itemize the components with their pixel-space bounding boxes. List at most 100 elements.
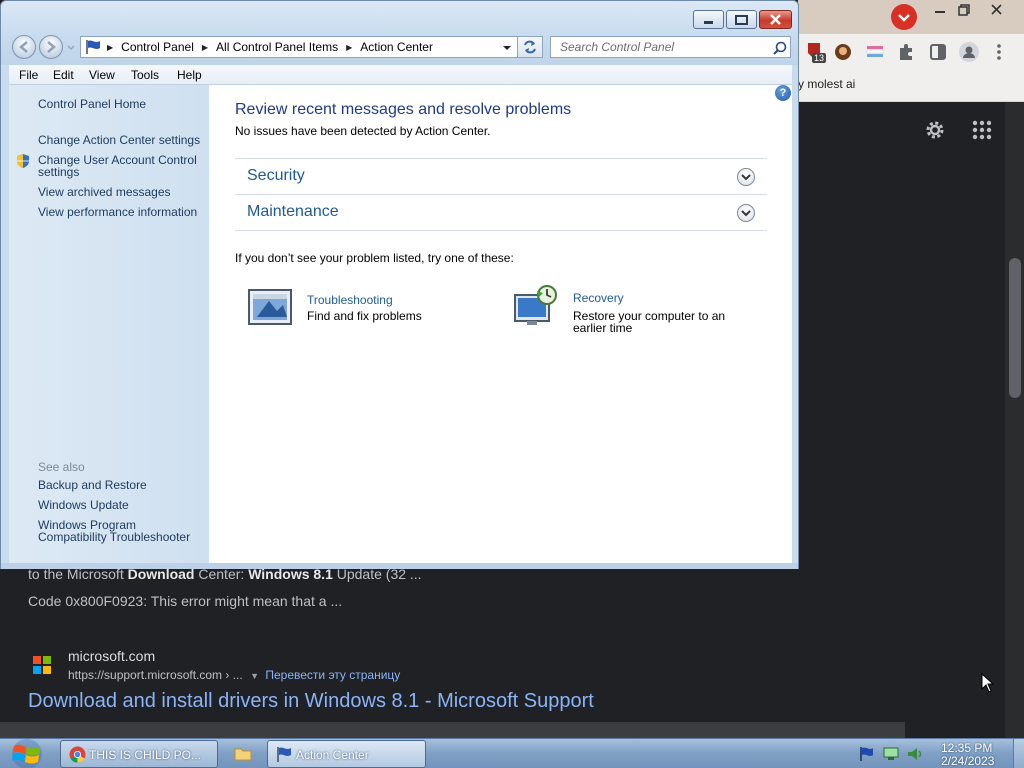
browser-tab-search-button[interactable] xyxy=(891,4,917,30)
window-titlebar[interactable]: ▶ Control Panel ▶ All Control Panel Items ▶ A… xyxy=(1,1,798,65)
breadcrumb-arrow-icon[interactable]: ▶ xyxy=(346,43,352,52)
menu-tools[interactable]: Tools xyxy=(131,68,159,82)
result-site-name: microsoft.com xyxy=(68,648,156,664)
windows-update-link[interactable]: Windows Update xyxy=(38,499,129,511)
volume-icon[interactable] xyxy=(906,746,924,762)
security-section-label: Security xyxy=(247,167,305,184)
browser-close-button[interactable] xyxy=(982,2,1012,18)
search-icon[interactable] xyxy=(772,40,788,56)
windows-logo-icon xyxy=(12,739,42,768)
extensions-button[interactable] xyxy=(895,41,917,63)
browser-vertical-scrollbar[interactable] xyxy=(1005,102,1024,738)
refresh-icon xyxy=(524,40,536,54)
menu-edit[interactable]: Edit xyxy=(53,68,74,82)
browser-horizontal-scrollbar[interactable] xyxy=(0,722,905,738)
caret-down-icon[interactable]: ▼ xyxy=(250,671,259,681)
bookmark-item[interactable]: y molest ai xyxy=(798,77,855,91)
backup-and-restore-link[interactable]: Backup and Restore xyxy=(38,479,147,491)
forward-button[interactable] xyxy=(39,35,63,59)
troubleshooting-icon xyxy=(248,289,292,325)
help-button[interactable]: ? xyxy=(775,85,791,101)
recent-pages-dropdown[interactable] xyxy=(66,41,76,53)
compat-line2: Compatibility Troubleshooter xyxy=(38,530,191,544)
browser-restore-button[interactable] xyxy=(949,2,979,18)
window-close-button[interactable] xyxy=(759,10,792,29)
menu-help[interactable]: Help xyxy=(177,68,202,82)
restore-icon xyxy=(958,4,970,16)
menu-file[interactable]: File xyxy=(19,68,38,82)
result-url: https://support.microsoft.com › ... ▼ Пе… xyxy=(68,668,400,682)
side-panel-button[interactable] xyxy=(927,41,949,63)
result-title-link[interactable]: Download and install drivers in Windows … xyxy=(28,690,594,713)
extension-button[interactable] xyxy=(832,41,854,63)
troubleshooting-desc-line1: Find and fix problems xyxy=(307,309,422,323)
taskbar-action-center-label: Action Center xyxy=(296,748,369,762)
close-icon xyxy=(770,14,781,25)
see-also-heading: See also xyxy=(38,460,85,474)
troubleshooting-link[interactable]: Troubleshooting xyxy=(307,293,393,307)
maintenance-section-header[interactable]: Maintenance xyxy=(235,194,767,230)
clock-date[interactable]: 2/24/2023 xyxy=(941,754,994,768)
expand-security-button[interactable] xyxy=(737,168,755,186)
taskbar-chrome-button[interactable]: THIS IS CHILD PO... xyxy=(60,740,218,768)
recovery-link[interactable]: Recovery xyxy=(573,291,624,305)
change-uac-settings-link[interactable]: Change User Account Control settings xyxy=(38,154,197,178)
google-apps-button[interactable] xyxy=(970,118,994,142)
scrollbar-thumb[interactable] xyxy=(1009,258,1021,398)
breadcrumb-item[interactable]: All Control Panel Items xyxy=(216,40,338,54)
breadcrumb-arrow-icon[interactable]: ▶ xyxy=(107,43,113,52)
taskbar-chrome-label: THIS IS CHILD PO... xyxy=(89,748,202,762)
security-section-header[interactable]: Security xyxy=(235,158,767,194)
google-settings-button[interactable] xyxy=(923,118,947,142)
breadcrumb-item[interactable]: Control Panel xyxy=(121,40,194,54)
extension-badge-button[interactable]: 13 xyxy=(804,41,827,63)
result-snippet-line: Code 0x800F0923: This error might mean t… xyxy=(28,593,343,609)
view-performance-information-link[interactable]: View performance information xyxy=(38,206,197,218)
flag-extension-icon xyxy=(866,46,884,57)
browser-menu-button[interactable] xyxy=(988,41,1010,63)
program-compatibility-troubleshooter-link[interactable]: Windows Program Compatibility Troublesho… xyxy=(38,519,190,543)
taskbar-explorer-button[interactable] xyxy=(226,740,260,768)
chevron-down-icon xyxy=(898,14,910,22)
uac-shield-icon xyxy=(17,154,29,168)
translate-link[interactable]: Перевести эту страницу xyxy=(265,668,400,682)
back-button[interactable] xyxy=(12,35,36,59)
result-url-text: https://support.microsoft.com › ... xyxy=(68,668,243,682)
control-panel-home-link[interactable]: Control Panel Home xyxy=(38,98,146,110)
breadcrumb-item[interactable]: Action Center xyxy=(360,40,433,54)
profile-icon xyxy=(959,42,979,62)
arrow-left-icon xyxy=(19,41,28,53)
minimize-icon xyxy=(704,21,713,24)
chevron-down-icon xyxy=(741,210,751,217)
window-minimize-button[interactable] xyxy=(693,10,724,29)
main-content-pane: ? Review recent messages and resolve pro… xyxy=(209,85,792,563)
start-button[interactable] xyxy=(8,739,48,768)
window-restore-button[interactable] xyxy=(726,10,757,29)
profile-button[interactable] xyxy=(958,41,980,63)
taskbar: THIS IS CHILD PO... Action Center 12:35 … xyxy=(0,738,1024,768)
breadcrumb-arrow-icon[interactable]: ▶ xyxy=(202,43,208,52)
action-center-window: ▶ Control Panel ▶ All Control Panel Items ▶ A… xyxy=(0,0,799,569)
address-history-dropdown-icon[interactable] xyxy=(501,42,513,54)
view-archived-messages-link[interactable]: View archived messages xyxy=(38,186,171,198)
expand-maintenance-button[interactable] xyxy=(737,204,755,222)
recovery-desc-line2: earlier time xyxy=(573,321,633,335)
action-center-flag-icon xyxy=(277,747,291,762)
breadcrumb: ▶ Control Panel ▶ All Control Panel Items ▶ A… xyxy=(107,40,433,54)
left-navigation-pane: Control Panel Home Change Action Center … xyxy=(9,85,209,563)
action-center-flag-icon[interactable] xyxy=(859,746,875,762)
network-icon[interactable] xyxy=(882,746,900,762)
extension-button[interactable] xyxy=(864,41,886,63)
show-desktop-button[interactable] xyxy=(1013,739,1024,768)
refresh-button[interactable] xyxy=(518,36,543,58)
address-bar[interactable]: ▶ Control Panel ▶ All Control Panel Items ▶ A… xyxy=(80,36,518,58)
clock-time[interactable]: 12:35 PM xyxy=(941,741,992,755)
recovery-description: Restore your computer to an earlier time xyxy=(573,310,725,334)
menu-view[interactable]: View xyxy=(89,68,115,82)
search-input[interactable]: Search Control Panel xyxy=(550,36,791,58)
section-divider xyxy=(235,230,767,231)
try-these-text: If you don’t see your problem listed, tr… xyxy=(235,251,514,265)
side-panel-icon xyxy=(930,44,946,60)
change-action-center-settings-link[interactable]: Change Action Center settings xyxy=(38,134,200,146)
taskbar-action-center-button[interactable]: Action Center xyxy=(267,740,426,768)
